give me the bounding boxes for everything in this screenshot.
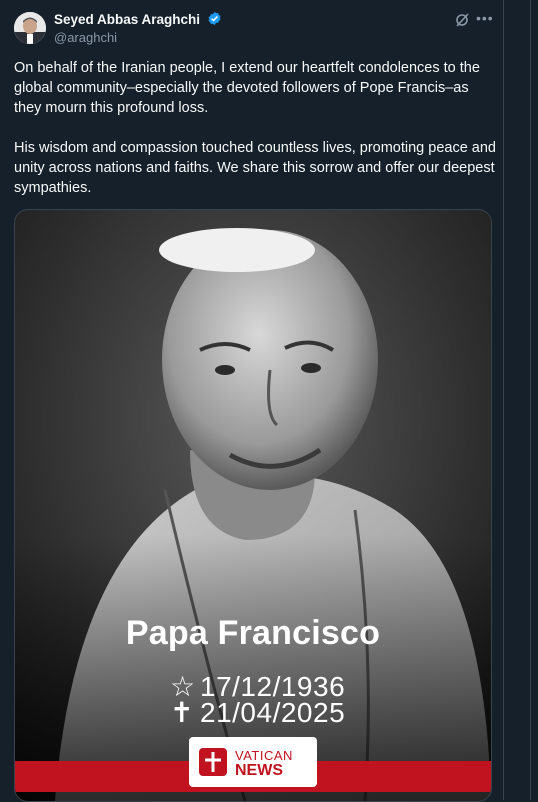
cross-icon: ✝ xyxy=(170,697,194,728)
grok-icon[interactable] xyxy=(454,12,470,28)
tweet-paragraph-2: His wisdom and compassion touched countl… xyxy=(14,140,496,196)
more-icon[interactable]: ••• xyxy=(476,10,496,30)
media-title: Papa Francisco xyxy=(125,614,381,652)
scroll-rail[interactable] xyxy=(530,0,538,800)
death-date-line: ✝ 21/04/2025 xyxy=(170,696,345,729)
logo-text-vatican: VATICAN xyxy=(235,748,293,763)
vatican-news-logo: VATICAN NEWS xyxy=(189,737,317,787)
verified-badge-icon xyxy=(208,11,221,26)
tweet-media-image[interactable]: Papa Francisco ☆ 17/12/1936 ✝ 21/04/2025 V… xyxy=(14,209,492,802)
author-handle[interactable]: @araghchi xyxy=(54,30,117,45)
tweet-text: On behalf of the Iranian people, I exten… xyxy=(14,58,498,218)
logo-text-news: NEWS xyxy=(235,762,283,779)
death-date: 21/04/2025 xyxy=(200,697,346,728)
right-divider xyxy=(503,0,504,800)
tweet-header: Seyed Abbas Araghchi @araghchi ••• xyxy=(14,10,494,50)
author-name[interactable]: Seyed Abbas Araghchi xyxy=(54,12,200,27)
avatar[interactable] xyxy=(14,12,46,44)
vatican-emblem-icon xyxy=(199,748,227,776)
tweet-paragraph-1: On behalf of the Iranian people, I exten… xyxy=(14,60,480,116)
